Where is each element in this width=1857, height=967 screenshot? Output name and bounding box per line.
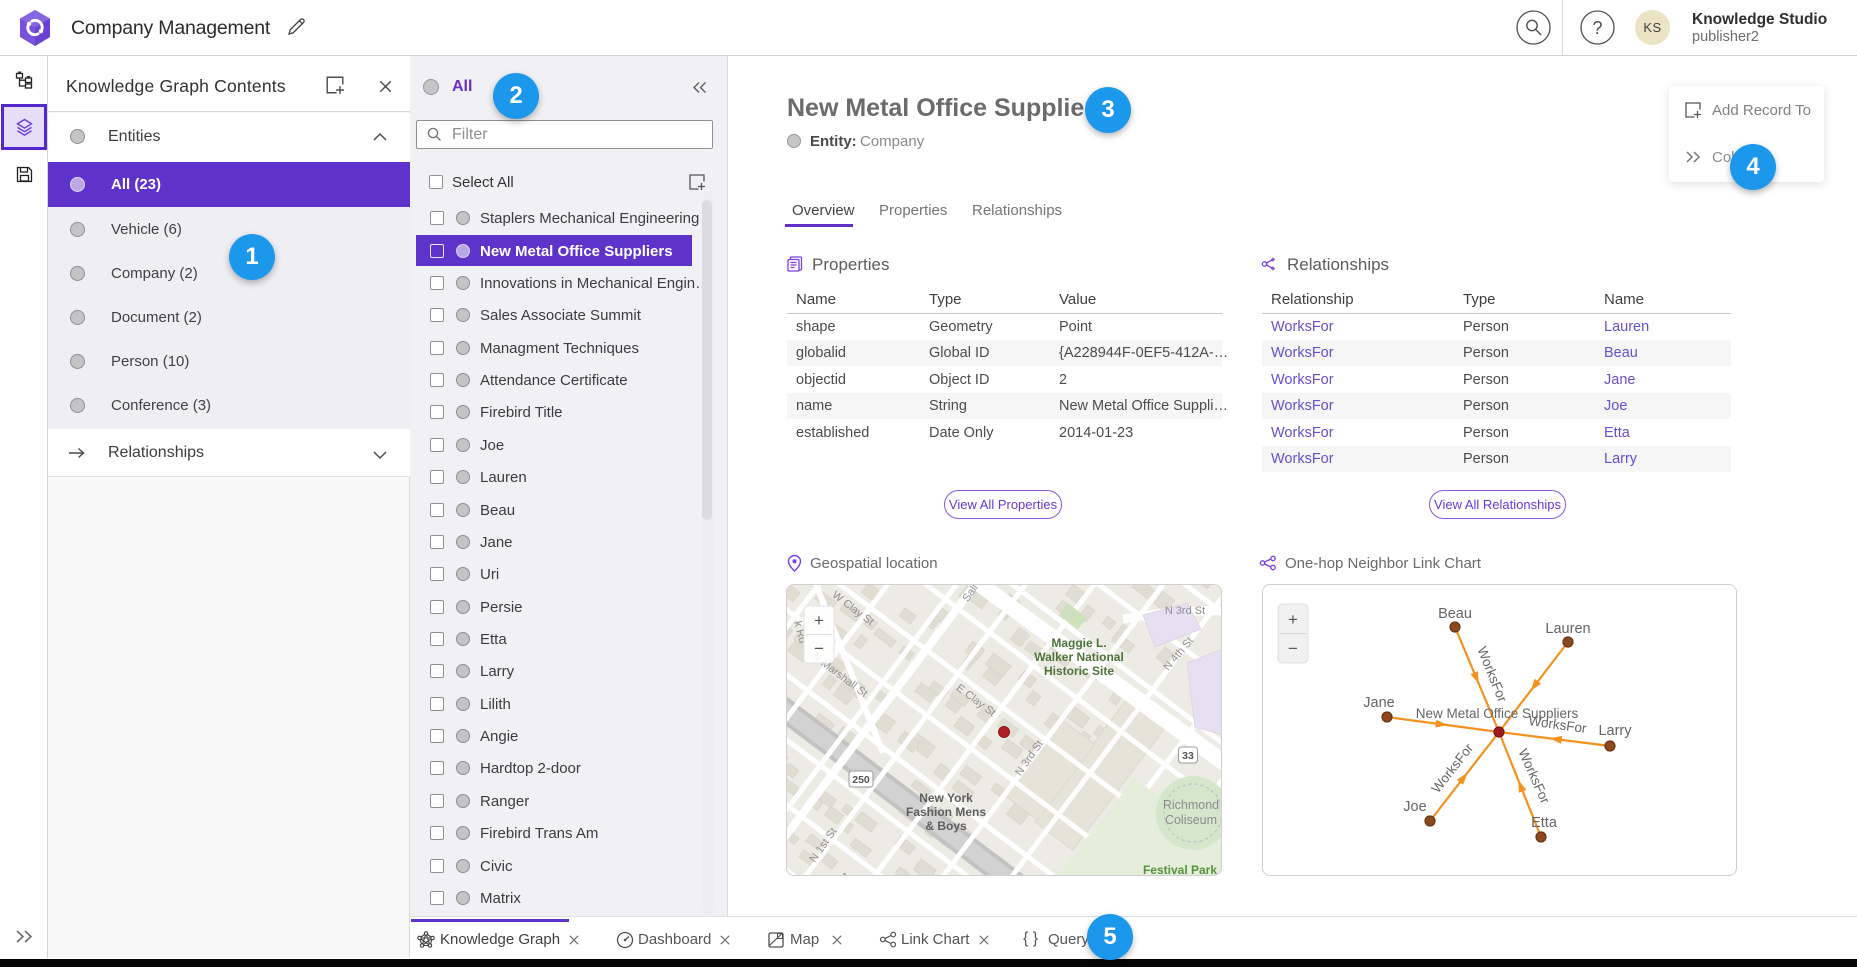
svg-text:Lauren: Lauren <box>1545 621 1590 637</box>
svg-text:Walker National: Walker National <box>1034 650 1124 664</box>
svg-text:Maggie L.: Maggie L. <box>1051 636 1106 650</box>
svg-text:Etta: Etta <box>1531 815 1558 831</box>
svg-text:+: + <box>1288 610 1298 629</box>
svg-text:& Boys: & Boys <box>925 819 967 833</box>
svg-text:Larry: Larry <box>1598 723 1632 739</box>
svg-text:?: ? <box>1592 18 1602 38</box>
svg-text:New York: New York <box>919 791 973 805</box>
svg-text:WorksFor: WorksFor <box>1429 740 1477 796</box>
svg-text:Beau: Beau <box>1438 606 1472 622</box>
svg-text:WorksFor: WorksFor <box>1528 713 1588 736</box>
svg-text:−: − <box>1288 639 1298 658</box>
svg-text:WorksFor: WorksFor <box>1474 644 1510 704</box>
svg-text:N 3rd St: N 3rd St <box>1165 605 1205 617</box>
svg-text:Fashion Mens: Fashion Mens <box>906 805 986 819</box>
svg-text:Richmond: Richmond <box>1163 798 1219 812</box>
svg-text:Joe: Joe <box>1403 799 1426 815</box>
svg-text:+: + <box>814 611 824 630</box>
svg-text:Historic Site: Historic Site <box>1044 664 1114 678</box>
svg-text:Coliseum: Coliseum <box>1165 813 1217 827</box>
svg-text:Jane: Jane <box>1363 695 1394 711</box>
svg-text:−: − <box>814 639 824 658</box>
svg-text:250: 250 <box>852 774 870 786</box>
svg-text:33: 33 <box>1182 750 1194 762</box>
svg-text:Festival Park: Festival Park <box>1143 863 1217 876</box>
svg-text:WorksFor: WorksFor <box>1515 747 1553 807</box>
